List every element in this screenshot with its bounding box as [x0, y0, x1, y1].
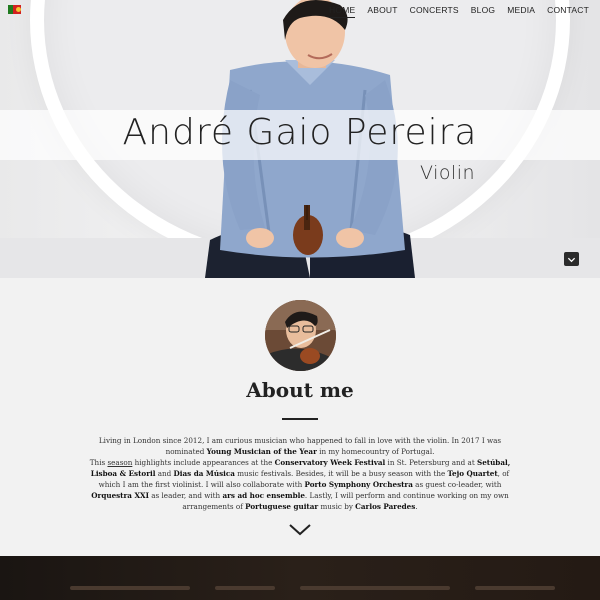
about-section: About me Living in London since 2012, I … — [0, 278, 600, 556]
title-divider — [282, 418, 318, 420]
nav-media[interactable]: MEDIA — [507, 5, 535, 18]
main-nav: HOME ABOUT CONCERTS BLOG MEDIA CONTACT — [329, 5, 589, 18]
nav-concerts[interactable]: CONCERTS — [410, 5, 459, 18]
profile-avatar — [265, 300, 336, 371]
portugal-flag-icon[interactable] — [8, 5, 21, 14]
season-link[interactable]: season — [107, 458, 132, 467]
nav-home[interactable]: HOME — [329, 5, 356, 18]
nav-blog[interactable]: BLOG — [471, 5, 495, 18]
text-line — [300, 586, 450, 590]
hero-subtitle: Violin — [420, 162, 476, 184]
nav-contact[interactable]: CONTACT — [547, 5, 589, 18]
next-section-preview — [0, 556, 600, 600]
chevron-down-icon — [567, 257, 576, 262]
about-text: Living in London since 2012, I am curiou… — [89, 436, 511, 511]
scroll-down-button[interactable] — [564, 252, 579, 266]
text-line — [215, 586, 275, 590]
hero-name: André Gaio Pereira — [122, 112, 478, 153]
chevron-down-icon[interactable] — [289, 524, 311, 536]
text-line — [475, 586, 555, 590]
about-title: About me — [246, 378, 354, 402]
text-line — [70, 586, 190, 590]
hero-section: André Gaio Pereira Violin HOME ABOUT CON… — [0, 0, 600, 278]
nav-about[interactable]: ABOUT — [367, 5, 397, 18]
